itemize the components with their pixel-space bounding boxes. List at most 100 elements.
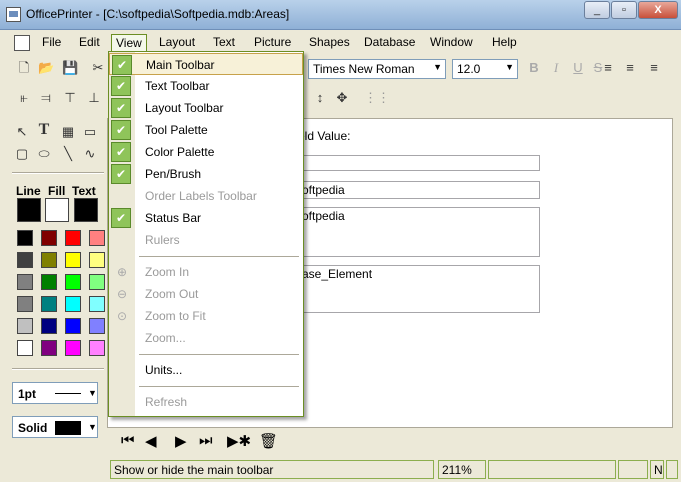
color-swatch[interactable]	[41, 340, 57, 356]
color-swatch[interactable]	[41, 274, 57, 290]
text-tool-icon[interactable]: T	[36, 122, 52, 138]
last-record-icon[interactable]: ⏭	[199, 432, 213, 449]
color-swatch[interactable]	[17, 252, 33, 268]
center-icon[interactable]: ✥	[334, 90, 350, 106]
menu-item-refresh[interactable]: Refresh	[109, 391, 303, 413]
align-left-edges-icon[interactable]: ⫦	[16, 90, 32, 106]
line-color-swatch[interactable]	[17, 198, 41, 222]
new-record-icon[interactable]: ▶✱	[227, 432, 251, 450]
menu-view[interactable]: View	[111, 34, 147, 52]
color-swatch[interactable]	[41, 318, 57, 334]
menu-item-text-toolbar[interactable]: ✔ Text Toolbar	[109, 75, 303, 97]
menu-item-main-toolbar[interactable]: ✔ Main Toolbar	[109, 53, 303, 75]
align-left-icon[interactable]: ≡	[600, 60, 616, 76]
menu-item-color-palette[interactable]: ✔ Color Palette	[109, 141, 303, 163]
font-size-select[interactable]: 12.0 ▼	[452, 59, 518, 79]
underline-button[interactable]: U	[570, 60, 586, 76]
cut-icon[interactable]: ✂	[90, 60, 106, 76]
align-bottom-icon[interactable]: ⊥	[86, 90, 102, 106]
menu-edit[interactable]: Edit	[75, 34, 104, 50]
menu-database[interactable]: Database	[360, 34, 419, 50]
menu-item-zoom-to-fit[interactable]: ⊙ Zoom to Fit	[109, 305, 303, 327]
bold-button[interactable]: B	[526, 60, 542, 76]
menu-layout[interactable]: Layout	[155, 34, 199, 50]
menu-shapes[interactable]: Shapes	[305, 34, 354, 50]
color-swatch[interactable]	[17, 340, 33, 356]
menu-picture[interactable]: Picture	[250, 34, 295, 50]
color-swatch[interactable]	[89, 296, 105, 312]
color-swatch[interactable]	[17, 296, 33, 312]
next-record-icon[interactable]: ▶	[175, 432, 187, 450]
align-right-icon[interactable]: ≡	[646, 60, 662, 76]
menu-item-pen-brush[interactable]: ✔ Pen/Brush	[109, 163, 303, 185]
color-swatch[interactable]	[65, 274, 81, 290]
color-swatch[interactable]	[89, 230, 105, 246]
save-icon[interactable]: 💾	[62, 60, 78, 76]
font-name-select[interactable]: Times New Roman ▼	[308, 59, 446, 79]
first-record-icon[interactable]: ⏮	[121, 432, 135, 449]
menu-item-zoom-out[interactable]: ⊖ Zoom Out	[109, 283, 303, 305]
line-tool-icon[interactable]: ╲	[60, 146, 76, 162]
rectangle-tool-icon[interactable]: ▭	[82, 124, 98, 140]
color-swatch[interactable]	[17, 318, 33, 334]
pointer-icon[interactable]: ↖	[14, 124, 30, 140]
picture-tool-icon[interactable]: ▦	[60, 124, 76, 140]
delete-record-icon[interactable]: 🗑	[259, 432, 278, 450]
menu-separator	[139, 354, 299, 355]
doc-icon[interactable]	[14, 35, 30, 51]
menu-item-label: Zoom In	[145, 265, 190, 279]
restore-button[interactable]: ▫	[611, 1, 637, 19]
align-center-icon[interactable]: ≡	[622, 60, 638, 76]
color-swatch[interactable]	[65, 340, 81, 356]
field-box-3[interactable]: oftpedia	[298, 207, 540, 257]
open-icon[interactable]: 📂	[38, 60, 54, 76]
menu-item-layout-toolbar[interactable]: ✔ Layout Toolbar	[109, 97, 303, 119]
color-swatch[interactable]	[41, 230, 57, 246]
field-box-2[interactable]: oftpedia	[298, 181, 540, 199]
align-right-edges-icon[interactable]: ⫤	[38, 90, 54, 106]
field-box-1[interactable]	[298, 155, 540, 171]
ellipse-tool-icon[interactable]: ⬭	[36, 146, 52, 162]
same-height-icon[interactable]: ↕	[312, 90, 328, 106]
color-swatch[interactable]	[89, 274, 105, 290]
color-swatch[interactable]	[65, 252, 81, 268]
menu-item-zoom-in[interactable]: ⊕ Zoom In	[109, 261, 303, 283]
menu-item-zoom[interactable]: Zoom...	[109, 327, 303, 349]
menu-item-rulers[interactable]: Rulers	[109, 229, 303, 251]
minimize-button[interactable]: _	[584, 1, 610, 19]
previous-record-icon[interactable]: ◀	[145, 432, 157, 450]
menu-item-tool-palette[interactable]: ✔ Tool Palette	[109, 119, 303, 141]
fill-style-select[interactable]: Solid ▼	[12, 416, 98, 438]
line-width-select[interactable]: 1pt ▼	[12, 382, 98, 404]
menu-item-order-labels-toolbar[interactable]: Order Labels Toolbar	[109, 185, 303, 207]
rounded-rect-tool-icon[interactable]: ▢	[14, 146, 30, 162]
menu-item-label: Zoom Out	[145, 287, 199, 301]
color-swatch[interactable]	[65, 230, 81, 246]
chevron-down-icon: ▼	[433, 62, 442, 72]
new-icon[interactable]: 🗋	[16, 60, 32, 76]
align-top-icon[interactable]: ⊤	[62, 90, 78, 106]
title-bar: OfficePrinter - [C:\softpedia\Softpedia.…	[0, 0, 681, 30]
text-color-swatch[interactable]	[74, 198, 98, 222]
field-box-4[interactable]: ase_Element	[298, 265, 540, 313]
color-swatch[interactable]	[65, 318, 81, 334]
menu-window[interactable]: Window	[426, 34, 477, 50]
menu-text[interactable]: Text	[209, 34, 239, 50]
grid-icon[interactable]: ⋮⋮	[364, 90, 390, 106]
fill-color-swatch[interactable]	[45, 198, 69, 222]
color-swatch[interactable]	[17, 274, 33, 290]
color-swatch[interactable]	[89, 340, 105, 356]
menu-help[interactable]: Help	[488, 34, 521, 50]
italic-button[interactable]: I	[548, 60, 564, 76]
menu-item-units[interactable]: Units...	[109, 359, 303, 381]
color-swatch[interactable]	[41, 252, 57, 268]
freehand-tool-icon[interactable]: ∿	[82, 146, 98, 162]
color-swatch[interactable]	[89, 318, 105, 334]
color-swatch[interactable]	[41, 296, 57, 312]
menu-file[interactable]: File	[38, 34, 65, 50]
menu-item-status-bar[interactable]: ✔ Status Bar	[109, 207, 303, 229]
close-button[interactable]: X	[638, 1, 678, 19]
color-swatch[interactable]	[65, 296, 81, 312]
color-swatch[interactable]	[89, 252, 105, 268]
color-swatch[interactable]	[17, 230, 33, 246]
